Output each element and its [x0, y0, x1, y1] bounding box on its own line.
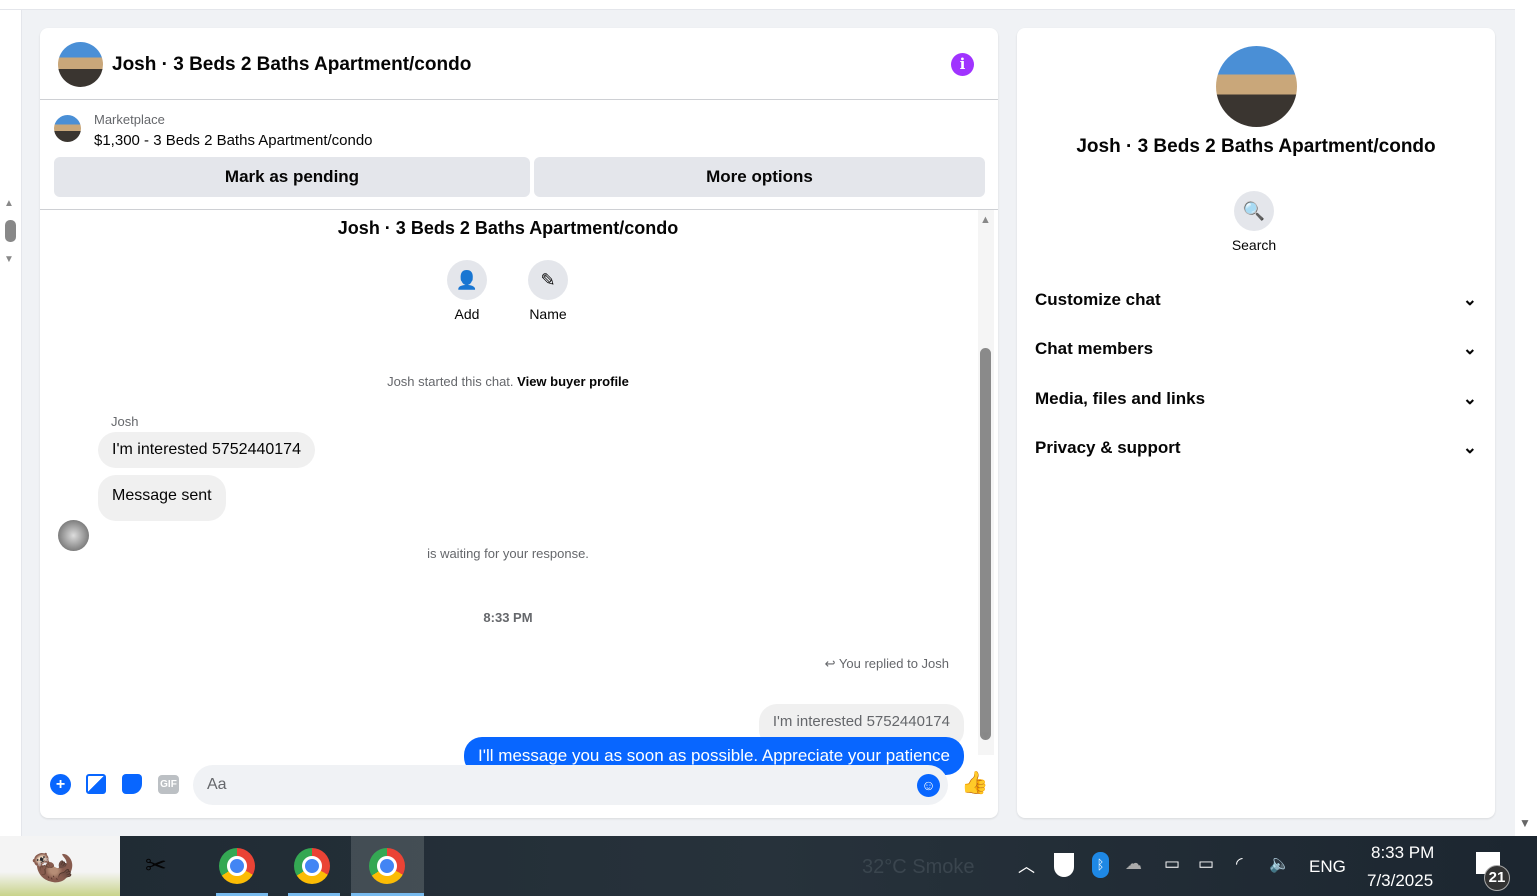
scrollbar-thumb[interactable] — [980, 348, 991, 740]
camera-icon[interactable]: ▭ — [1164, 854, 1180, 874]
scrollbar-thumb[interactable] — [5, 220, 16, 242]
search-label: Search — [1231, 237, 1277, 253]
more-options-button[interactable]: More options — [534, 157, 985, 197]
scroll-down-icon[interactable]: ▼ — [4, 254, 14, 265]
message-placeholder: Aa — [207, 776, 227, 793]
thread-scrollbar[interactable]: ▲ ▼ — [978, 210, 994, 755]
section-privacy-support[interactable]: Privacy & support ⌄ — [1035, 428, 1477, 468]
reply-icon: ↩ — [824, 656, 836, 671]
start-button[interactable]: 🦦 — [0, 836, 120, 896]
top-bar — [0, 0, 1515, 10]
replied-note: ↩ You replied to Josh — [825, 656, 949, 672]
message-bubble: Message sent — [98, 475, 226, 521]
active-taskbar-item[interactable] — [351, 836, 424, 896]
clock-time[interactable]: 8:33 PM — [1371, 843, 1434, 863]
section-chat-members[interactable]: Chat members ⌄ — [1035, 329, 1477, 369]
info-title: Josh · 3 Beds 2 Baths Apartment/condo — [1076, 136, 1436, 157]
add-people-button[interactable]: 👤 — [447, 260, 487, 300]
left-sidebar: ▲ ▼ — [0, 10, 22, 836]
chat-header: Josh · 3 Beds 2 Baths Apartment/condo i — [40, 28, 998, 100]
search-button[interactable]: 🔍 — [1234, 191, 1274, 231]
wifi-icon[interactable]: ◜ — [1236, 854, 1243, 874]
chat-info-panel: Josh · 3 Beds 2 Baths Apartment/condo 🔍 … — [1017, 28, 1495, 818]
waiting-note: is waiting for your response. — [427, 546, 589, 561]
language-indicator[interactable]: ENG — [1309, 857, 1346, 877]
add-label: Add — [454, 306, 480, 322]
chat-panel: Josh · 3 Beds 2 Baths Apartment/condo i … — [40, 28, 998, 818]
chevron-down-icon: ⌄ — [1462, 389, 1477, 408]
chrome-profile-icon[interactable] — [294, 848, 330, 884]
section-media-files-links[interactable]: Media, files and links ⌄ — [1035, 379, 1477, 419]
replied-text: You replied to Josh — [838, 656, 949, 671]
marketplace-label: Marketplace — [94, 112, 165, 127]
gif-icon[interactable]: GIF — [158, 775, 179, 794]
scroll-down-icon[interactable]: ▼ — [1519, 816, 1531, 830]
section-customize-chat[interactable]: Customize chat ⌄ — [1035, 280, 1477, 320]
listing-title[interactable]: $1,300 - 3 Beds 2 Baths Apartment/condo — [94, 132, 373, 149]
meerkat-icon: 🦦 — [30, 844, 75, 885]
notification-count: 21 — [1484, 865, 1510, 891]
chevron-down-icon: ⌄ — [1462, 339, 1477, 358]
clock-date[interactable]: 7/3/2025 — [1367, 871, 1433, 891]
battery-icon[interactable]: ▭ — [1198, 854, 1214, 874]
started-text: Josh started this chat. — [387, 374, 514, 389]
section-label: Media, files and links — [1035, 389, 1206, 408]
show-hidden-icons[interactable]: ︿ — [1018, 852, 1035, 877]
photo-icon[interactable] — [86, 774, 106, 794]
chat-started-note: Josh started this chat. View buyer profi… — [40, 374, 976, 389]
composer: + GIF Aa ☺ 👍 — [40, 765, 998, 805]
chat-avatar[interactable] — [58, 42, 103, 87]
message-thread: Josh · 3 Beds 2 Baths Apartment/condo 👤 … — [40, 210, 998, 775]
plus-icon[interactable]: + — [50, 774, 71, 795]
bluetooth-icon[interactable]: ᛒ — [1092, 852, 1109, 878]
mark-pending-button[interactable]: Mark as pending — [54, 157, 530, 197]
snipping-tool-icon[interactable]: ✂ — [145, 850, 167, 881]
sender-name: Josh — [111, 414, 139, 429]
timestamp: 8:33 PM — [483, 610, 533, 625]
emoji-icon[interactable]: ☺ — [917, 774, 940, 797]
message-bubble: I'm interested 5752440174 — [98, 432, 315, 468]
message-input[interactable]: Aa ☺ — [193, 765, 948, 805]
section-label: Customize chat — [1035, 290, 1161, 309]
volume-icon[interactable]: 🔈 — [1269, 854, 1290, 874]
chevron-down-icon: ⌄ — [1462, 290, 1477, 309]
scroll-down-icon[interactable]: ▼ — [980, 730, 991, 742]
security-shield-icon[interactable] — [1054, 853, 1074, 877]
like-icon[interactable]: 👍 — [961, 770, 988, 796]
view-buyer-profile-link[interactable]: View buyer profile — [517, 374, 629, 389]
chrome-icon[interactable] — [219, 848, 255, 884]
listing-thumbnail[interactable] — [54, 115, 81, 142]
section-label: Privacy & support — [1035, 438, 1181, 457]
info-icon[interactable]: i — [951, 53, 974, 76]
chrome-profile-icon — [369, 848, 405, 884]
name-label: Name — [529, 306, 567, 322]
sticker-icon[interactable] — [122, 774, 142, 794]
section-label: Chat members — [1035, 339, 1154, 358]
taskbar: 🦦 ✂ 32°C Smoke ︿ ᛒ ☁ ▭ ▭ ◜ 🔈 ENG 8:33 PM… — [0, 836, 1537, 896]
scroll-up-icon[interactable]: ▲ — [4, 198, 14, 209]
chevron-down-icon: ⌄ — [1462, 438, 1477, 457]
onedrive-icon[interactable]: ☁ — [1125, 854, 1142, 874]
edit-name-button[interactable]: ✎ — [528, 260, 568, 300]
page-scrollbar[interactable]: ▼ — [1515, 0, 1537, 836]
profile-avatar[interactable] — [1216, 46, 1297, 127]
intro-title: Josh · 3 Beds 2 Baths Apartment/condo — [337, 218, 679, 238]
weather-widget[interactable]: 32°C Smoke — [862, 856, 975, 879]
scroll-up-icon[interactable]: ▲ — [980, 214, 991, 226]
chat-title[interactable]: Josh · 3 Beds 2 Baths Apartment/condo — [112, 54, 471, 76]
